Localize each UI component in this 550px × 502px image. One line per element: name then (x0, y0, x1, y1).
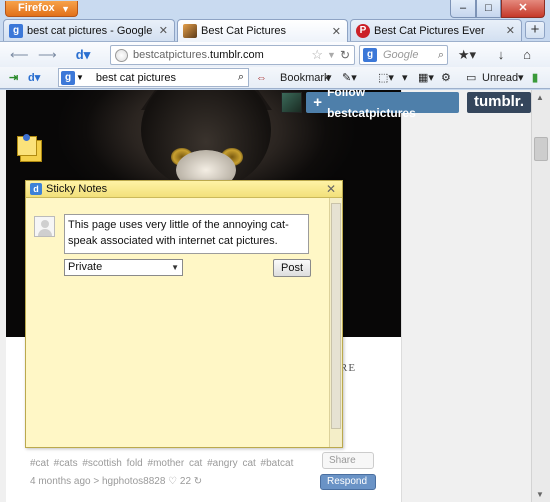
google-icon[interactable]: g (363, 48, 377, 62)
cat-favicon-icon (183, 24, 197, 38)
user-avatar (34, 216, 55, 237)
notes-scroll-thumb[interactable] (331, 203, 341, 429)
scroll-down-icon[interactable]: ▼ (536, 490, 544, 499)
dropdown-arrow-icon[interactable]: ▼ (76, 73, 84, 82)
navigation-bar: ⟵ ⟶ d▾ bestcatpictures.tumblr.com ☆ ▼ ↻ … (0, 41, 550, 67)
calculator-icon[interactable]: ▦▾ (418, 70, 434, 86)
search-icon[interactable]: ⌕ (438, 49, 444, 62)
tab-bar: g best cat pictures - Google Search ✕ Be… (0, 19, 550, 42)
sticky-notes-panel: d Sticky Notes ✕ This page uses very lit… (25, 180, 343, 448)
clipboard-icon[interactable]: ✎▾ (342, 70, 357, 86)
tumblr-controls: + Follow bestcatpictures tumblr. (281, 90, 531, 120)
reload-icon[interactable]: ↻ (340, 48, 350, 62)
privacy-value: Private (68, 261, 103, 273)
google-icon: g (9, 23, 23, 38)
window-controls: – □ ✕ (450, 0, 545, 18)
search-bar[interactable]: g Google ⌕ (359, 45, 448, 65)
page-scrollbar[interactable]: ▲ ▼ (531, 90, 550, 502)
scroll-up-icon[interactable]: ▲ (536, 93, 544, 102)
home-icon[interactable]: ⌂ (520, 46, 534, 64)
pinterest-icon: P (356, 23, 370, 38)
minimize-button[interactable]: – (450, 0, 476, 18)
selection-icon[interactable]: ⬚▾ (378, 70, 394, 86)
maximize-button[interactable]: □ (476, 0, 501, 18)
tab-google-search[interactable]: g best cat pictures - Google Search ✕ (3, 19, 175, 41)
google-icon[interactable]: g (61, 70, 75, 85)
toolbar-search-box[interactable]: g ▼ best cat pictures ⌕ (58, 68, 249, 87)
forward-arrow-icon[interactable]: ⟶ (38, 46, 57, 64)
back-arrow-icon[interactable]: ⟵ (10, 46, 29, 64)
respond-button[interactable]: Respond (320, 474, 376, 490)
unread-button[interactable]: Unread (482, 70, 518, 86)
close-icon[interactable]: ✕ (326, 182, 336, 196)
browser-window: Firefox ▼ – □ ✕ g best cat pictures - Go… (0, 0, 550, 502)
firefox-menu-button[interactable]: Firefox ▼ (5, 1, 78, 17)
signal-bars-icon[interactable]: ▮ (532, 70, 538, 86)
sidebar-background (401, 90, 531, 502)
follow-button[interactable]: + Follow bestcatpictures (306, 90, 459, 120)
notes-scrollbar[interactable] (329, 198, 342, 447)
bookmark-star-icon[interactable]: ☆ (311, 47, 323, 63)
tab-best-cat-pictures[interactable]: Best Cat Pictures ✕ (177, 19, 348, 42)
sticky-notes-header[interactable]: d Sticky Notes ✕ (26, 181, 342, 198)
pin-icon (23, 134, 30, 141)
close-tab-icon[interactable]: ✕ (332, 25, 341, 38)
address-bar[interactable]: bestcatpictures.tumblr.com ☆ ▼ ↻ (110, 45, 355, 65)
chevron-down-icon: ▼ (171, 263, 179, 272)
blog-avatar[interactable] (281, 92, 303, 113)
follow-label: Follow bestcatpictures (327, 90, 416, 120)
close-tab-icon[interactable]: ✕ (506, 24, 515, 37)
toolbar-search-query: best cat pictures (95, 71, 177, 84)
search-icon[interactable]: ⌕ (238, 71, 244, 84)
close-window-button[interactable]: ✕ (501, 0, 545, 18)
bookmark-button[interactable]: Bookmark (280, 70, 330, 86)
settings-icon[interactable]: ⚙ (441, 70, 451, 86)
sticky-notes-icon[interactable] (17, 134, 45, 162)
dictionary-addon-icon[interactable]: d▾ (28, 70, 40, 86)
green-arrow-icon[interactable]: ⇥ (9, 70, 18, 86)
bookmarks-icon[interactable]: ★▾ (456, 46, 478, 64)
dictionary-addon-icon[interactable]: d▾ (70, 46, 96, 64)
site-identity-icon[interactable] (115, 48, 128, 62)
chevron-down-icon[interactable]: ▾ (326, 70, 332, 86)
chevron-down-icon[interactable]: ▾ (518, 70, 524, 86)
post-button[interactable]: Post (273, 259, 311, 277)
post-meta: 4 months ago > hgphotos8828 ♡ 22 ↻ (30, 476, 203, 487)
scroll-thumb[interactable] (534, 137, 548, 161)
dictionary-addon-icon: d (30, 183, 42, 195)
download-icon[interactable]: ↓ (494, 46, 508, 64)
privacy-select[interactable]: Private ▼ (64, 259, 183, 276)
tab-title: best cat pictures - Google Search (27, 24, 155, 37)
sticky-notes-title: Sticky Notes (46, 183, 108, 195)
addon-toolbar: ⇥ d▾ g ▼ best cat pictures ⌕ ⇔ Bookmark … (0, 67, 550, 89)
bookmark-addon-icon[interactable]: ⇔ (256, 70, 267, 86)
search-placeholder: Google (383, 49, 419, 61)
plus-icon: + (313, 94, 323, 111)
tumblr-logo[interactable]: tumblr. (466, 92, 531, 113)
chevron-down-icon: ▼ (61, 4, 70, 14)
share-button[interactable]: Share (322, 452, 374, 469)
folder-icon[interactable]: ▭ (466, 70, 476, 86)
post-tags[interactable]: #cat #cats #scottish fold #mother cat #a… (30, 458, 293, 469)
url-text: bestcatpictures.tumblr.com (133, 49, 264, 61)
tab-pinterest[interactable]: P Best Cat Pictures Ever ✕ (350, 19, 522, 41)
tab-title: Best Cat Pictures (201, 25, 286, 37)
note-textarea[interactable]: This page uses very little of the annoyi… (64, 214, 309, 254)
firefox-menu-label: Firefox (18, 2, 55, 14)
tab-title: Best Cat Pictures Ever (374, 24, 485, 37)
dropdown-arrow-icon[interactable]: ▼ (327, 50, 336, 60)
chevron-down-icon[interactable]: ▾ (402, 70, 408, 86)
close-tab-icon[interactable]: ✕ (159, 24, 168, 37)
new-tab-button[interactable]: + (525, 21, 545, 39)
